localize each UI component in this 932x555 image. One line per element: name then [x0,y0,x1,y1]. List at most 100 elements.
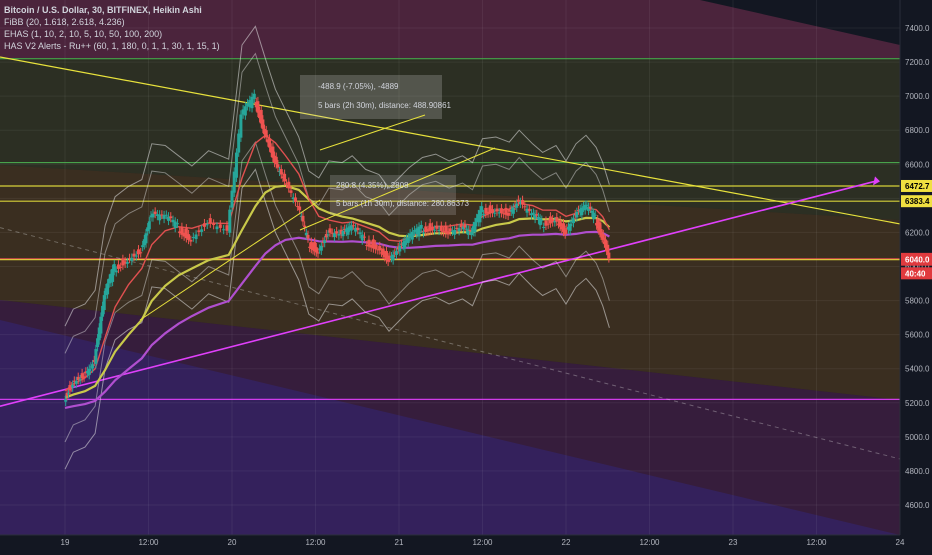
measure-tooltip-2-line2: 5 bars (1h 30m), distance: 280.86373 [336,199,470,208]
candle-body [516,199,520,202]
candle-body [279,169,283,175]
candle-body [189,239,193,242]
time-tick-label: 19 [61,538,70,547]
price-tick-label: 7000.0 [905,92,930,101]
candle-body [91,364,95,369]
candle-body [301,215,305,222]
symbol-title[interactable]: Bitcoin / U.S. Dollar, 30, BITFINEX, Hei… [4,4,220,16]
candle-body [394,251,398,255]
candle-body [114,270,118,273]
candle-body [332,233,336,238]
time-tick-label: 21 [395,538,404,547]
candle-body [175,223,179,225]
candle-body [403,240,407,249]
candle-body [527,208,531,212]
candle-body [274,156,278,165]
candle-body [314,247,318,253]
candle-body [323,240,327,243]
candle-body [287,181,291,189]
candle-body [453,229,457,235]
time-tick-label: 12:00 [305,538,326,547]
candle-body [230,190,234,208]
candle-body [470,232,474,236]
candle-body [607,252,611,259]
candle-body [588,206,592,209]
price-chart[interactable]: -488.9 (-7.05%), -4889 5 bars (2h 30m), d… [0,0,932,550]
candle-body [205,224,209,226]
measure-tooltip-1-line1: -488.9 (-7.05%), -4889 [318,82,399,91]
candle-body [346,227,350,235]
price-tick-label: 5600.0 [905,331,930,340]
candle-body [264,130,268,138]
candle-body [593,214,597,216]
candle-body [215,226,219,230]
candle-body [289,190,293,193]
candle-body [187,234,191,240]
candle-body [228,209,232,233]
candle-body [151,213,155,218]
candle-body [234,152,238,178]
candle-body [136,249,140,255]
candle-body [283,173,287,182]
candle-body [521,199,525,205]
candle-body [499,208,503,214]
candle-body [164,214,168,216]
price-badge-label: 6040.0 [905,256,930,265]
candle-body [276,164,280,168]
candle-body [80,373,84,379]
candle-body [381,248,385,255]
candle-body [463,224,467,228]
candle-body [590,210,594,213]
time-tick-label: 12:00 [472,538,493,547]
price-badge-label: 6472.7 [905,182,930,191]
price-tick-label: 5800.0 [905,297,930,306]
price-badge-label: 6383.4 [905,197,930,206]
candle-body [495,208,499,212]
candle-body [572,218,576,224]
candle-body [575,211,579,218]
candle-body [316,252,320,254]
candle-body [341,230,345,237]
measure-tooltip-2-line1: 280.8 (4.35%), 2808 [336,181,409,190]
price-tick-label: 7200.0 [905,58,930,67]
candle-body [191,237,195,239]
candle-body [542,226,546,228]
candle-body [293,197,297,202]
measure-tooltip-1-line2: 5 bars (2h 30m), distance: 488.90861 [318,101,452,110]
candle-body [473,222,477,233]
candle-body [125,262,129,264]
chart-area[interactable]: -488.9 (-7.05%), -4889 5 bars (2h 30m), d… [0,0,932,550]
candle-body [298,206,302,211]
candle-body [398,245,402,252]
candle-body [511,207,515,214]
candle-body [268,138,272,148]
indicator-legend: Bitcoin / U.S. Dollar, 30, BITFINEX, Hei… [4,4,220,52]
candle-body [568,223,572,231]
price-tick-label: 4600.0 [905,501,930,510]
candle-body [406,237,410,243]
candle-body [538,218,542,226]
has-indicator-label[interactable]: HAS V2 Alerts - Ru++ (60, 1, 180, 0, 1, … [4,40,220,52]
candle-body [378,246,382,251]
candle-body [102,295,106,310]
candle-body [239,114,243,138]
price-tick-label: 6800.0 [905,126,930,135]
candle-body [169,216,173,219]
candle-body [540,219,544,221]
time-tick-label: 24 [896,538,905,547]
candle-body [78,379,82,381]
fibb-indicator-label[interactable]: FiBB (20, 1.618, 2.618, 4.236) [4,16,220,28]
candle-body [358,232,362,235]
candle-body [141,245,145,248]
candle-body [410,231,414,240]
candle-body [468,229,472,231]
candle-body [153,211,157,214]
candle-body [506,212,510,216]
candle-body [200,229,204,232]
candle-body [535,214,539,216]
candle-body [493,212,497,214]
ehas-indicator-label[interactable]: EHAS (1, 10, 2, 10, 5, 10, 50, 100, 200) [4,28,220,40]
candle-body [306,234,310,239]
candle-body [531,212,535,214]
candle-body [433,229,437,231]
